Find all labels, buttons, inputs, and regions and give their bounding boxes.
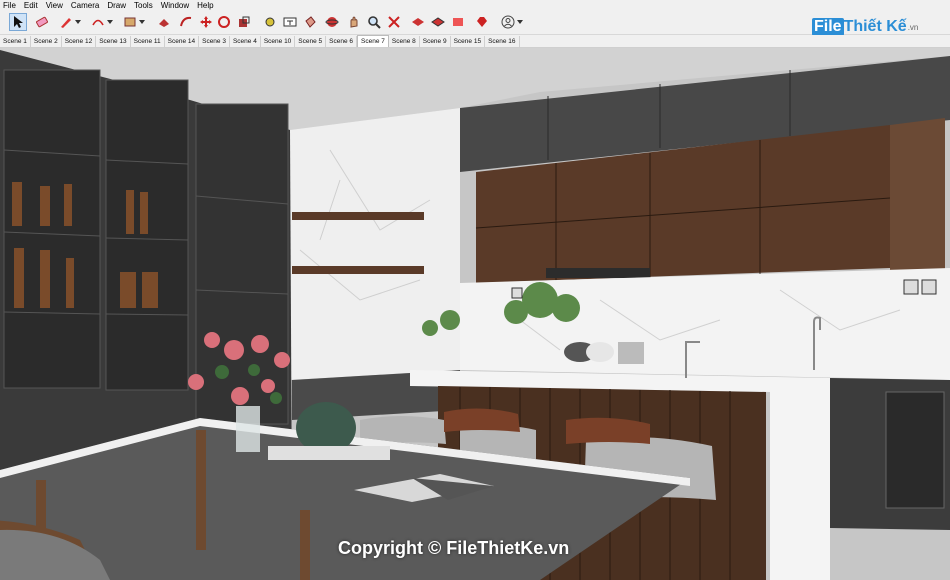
logo-text: Thiết Kế [843,18,907,35]
tab-scene-8[interactable]: Scene 8 [389,36,420,47]
marble-wall-left [290,108,460,380]
scale-icon[interactable] [236,14,252,30]
menu-draw[interactable]: Draw [104,0,131,12]
range-hood [546,268,650,278]
kitchen-render [0,48,950,580]
menu-edit[interactable]: Edit [21,0,43,12]
push-pull-icon[interactable] [156,14,172,30]
menu-tools[interactable]: Tools [131,0,158,12]
ruby-console-icon[interactable] [474,14,490,30]
copyright-watermark: Copyright © FileThietKe.vn [338,538,570,558]
tab-scene-12[interactable]: Scene 12 [62,36,97,47]
zoom-extents-icon[interactable] [386,14,402,30]
tab-scene-16[interactable]: Scene 16 [485,36,520,47]
warehouse-icon[interactable] [410,14,426,30]
tab-scene-3[interactable]: Scene 3 [199,36,230,47]
menu-window[interactable]: Window [158,0,194,12]
tab-scene-7[interactable]: Scene 7 [357,35,389,47]
tab-scene-14[interactable]: Scene 14 [165,36,200,47]
follow-me-icon[interactable] [178,14,194,30]
text-tool-icon[interactable] [282,14,298,30]
logo-file: File [812,18,844,36]
tab-scene-2[interactable]: Scene 2 [31,36,62,47]
scene-tabs: Scene 1 Scene 2 Scene 12 Scene 13 Scene 11 Sc… [0,35,950,48]
layout-icon[interactable] [450,14,466,30]
rectangle-icon[interactable] [122,14,145,30]
pencil-line-icon[interactable] [58,14,81,30]
tape-measure-icon[interactable] [262,14,278,30]
account-icon[interactable] [500,14,523,30]
eraser-icon[interactable] [34,14,50,30]
tab-scene-11[interactable]: Scene 11 [131,36,165,47]
tab-scene-13[interactable]: Scene 13 [96,36,131,47]
rotate-icon[interactable] [216,14,232,30]
extension-warehouse-icon[interactable] [430,14,446,30]
menu-bar: File Edit View Camera Draw Tools Window Help [0,0,950,12]
tab-scene-6[interactable]: Scene 6 [326,36,358,47]
paint-bucket-icon[interactable] [302,14,318,30]
tab-scene-5[interactable]: Scene 5 [295,36,327,47]
tab-scene-4[interactable]: Scene 4 [230,36,261,47]
tab-scene-1[interactable]: Scene 1 [0,36,31,47]
model-viewport[interactable] [0,48,950,580]
tab-scene-10[interactable]: Scene 10 [261,36,296,47]
menu-camera[interactable]: Camera [68,0,104,12]
menu-file[interactable]: File [0,0,21,12]
move-icon[interactable] [198,14,214,30]
menu-help[interactable]: Help [194,0,218,12]
tab-scene-9[interactable]: Scene 9 [420,36,451,47]
logo-domain: .vn [907,22,919,32]
zoom-icon[interactable] [366,14,382,30]
arc-icon[interactable] [90,14,113,30]
orbit-icon[interactable] [324,14,340,30]
main-toolbar [0,12,950,35]
pan-icon[interactable] [346,14,362,30]
tab-scene-15[interactable]: Scene 15 [451,36,486,47]
select-arrow-icon[interactable] [9,13,27,31]
menu-view[interactable]: View [43,0,68,12]
